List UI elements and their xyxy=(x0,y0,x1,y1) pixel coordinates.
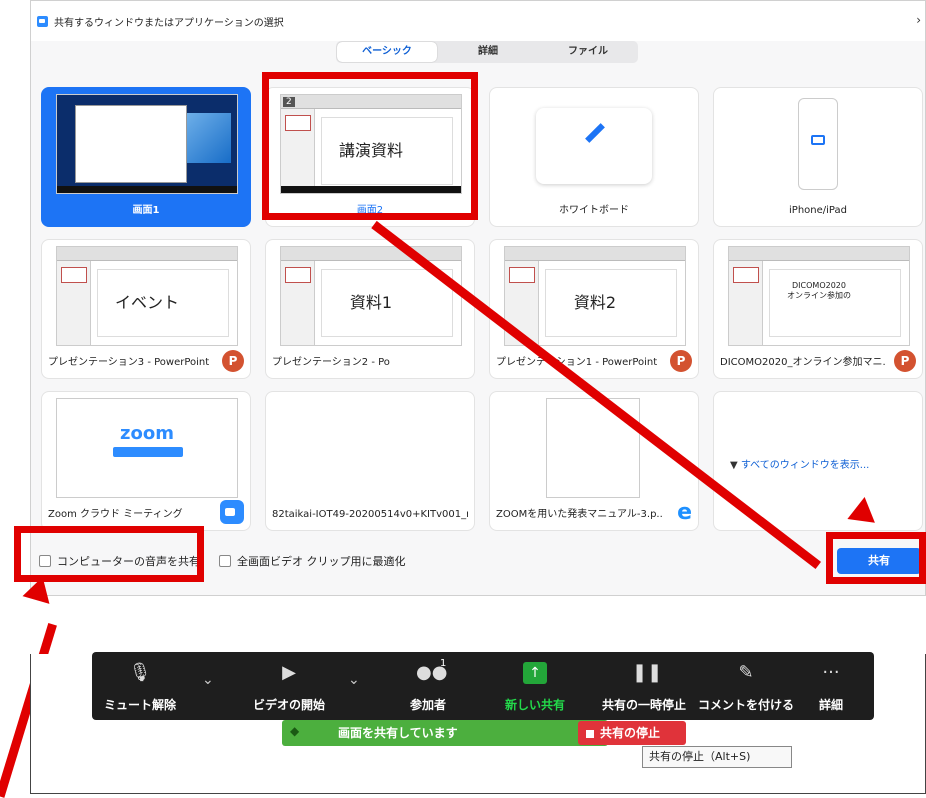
new-share-label: 新しい共有 xyxy=(504,698,565,712)
presentation-3-thumbnail: イベント xyxy=(56,246,238,346)
more-button[interactable]: ··· 詳細 xyxy=(798,652,864,720)
more-label: 詳細 xyxy=(818,698,843,712)
highlight-share-button xyxy=(826,532,926,584)
tile-dicomo-manual[interactable]: DICOMO2020 オンライン参加の DICOMO2020_オンライン参加マニ… xyxy=(713,239,923,379)
tab-files[interactable]: ファイル xyxy=(538,41,638,63)
annotate-label: コメントを付ける xyxy=(698,698,795,712)
zoom-thumbnail: zoom xyxy=(56,398,238,498)
ribbon-preview xyxy=(57,247,237,261)
dialog-title: 共有するウィンドウまたはアプリケーションの選択 xyxy=(54,17,284,29)
sharing-status-text: 画面を共有しています xyxy=(338,726,458,740)
chevron-down-icon: ▼ xyxy=(730,460,741,471)
dicomo-thumbnail: DICOMO2020 オンライン参加の xyxy=(728,246,910,346)
tile-zoom-manual[interactable]: ZOOMを用いた発表マニュアル-3.p... e xyxy=(489,391,699,531)
show-all-windows-link[interactable]: ▼ すべてのウィンドウを表示... xyxy=(730,456,869,471)
whiteboard-card xyxy=(536,108,652,184)
powerpoint-icon: P xyxy=(670,350,692,372)
zoom-app-icon xyxy=(220,500,244,524)
participants-icon: ●● xyxy=(416,662,448,683)
sharing-status-bar: ◆ 画面を共有しています xyxy=(282,720,608,746)
annotate-button[interactable]: ✎ コメントを付ける xyxy=(698,652,794,720)
screen-1-window-preview xyxy=(75,105,187,183)
pen-icon xyxy=(585,123,605,143)
ribbon-preview xyxy=(505,247,685,261)
slide-title: 資料2 xyxy=(573,293,617,312)
unmute-label: ミュート解除 xyxy=(103,698,176,712)
tile-presentation-2[interactable]: 資料1 プレゼンテーション2 - Po xyxy=(265,239,475,379)
participant-count: 1 xyxy=(440,658,447,669)
tile-label: 画面1 xyxy=(132,205,160,216)
slide-title: イベント xyxy=(114,293,179,312)
powerpoint-icon: P xyxy=(894,350,916,372)
stop-share-tooltip: 共有の停止（Alt+S) xyxy=(642,746,792,768)
tile-label: DICOMO2020_オンライン参加マニ... xyxy=(720,357,886,368)
pause-share-button[interactable]: ❚❚ 共有の一時停止 xyxy=(592,652,696,720)
more-icon: ··· xyxy=(822,662,840,683)
tile-presentation-1[interactable]: 資料2 プレゼンテーション1 - PowerPoint P xyxy=(489,239,699,379)
start-video-label: ビデオの開始 xyxy=(252,698,325,712)
slide-title: DICOMO2020 オンライン参加の xyxy=(787,281,851,300)
tab-advanced[interactable]: 詳細 xyxy=(438,41,538,63)
video-off-icon: ▶ xyxy=(282,662,296,683)
optimize-video-label: 全画面ビデオ クリップ用に最適化 xyxy=(237,555,406,568)
tile-iphone-ipad[interactable]: iPhone/iPad xyxy=(713,87,923,227)
microphone-muted-icon: 🎙 xyxy=(128,662,152,683)
internet-explorer-icon: e xyxy=(677,500,692,525)
presentation-1-thumbnail: 資料2 xyxy=(504,246,686,346)
tile-zoom-meeting[interactable]: zoom Zoom クラウド ミーティング xyxy=(41,391,251,531)
dialog-titlebar: 共有するウィンドウまたはアプリケーションの選択 xyxy=(31,1,925,41)
slide-preview xyxy=(769,269,901,337)
highlight-audio-option xyxy=(14,526,204,582)
unmute-button[interactable]: 🎙 ミュート解除 xyxy=(94,652,186,720)
start-video-button[interactable]: ▶ ビデオの開始 xyxy=(234,652,344,720)
tile-screen-1[interactable]: 画面1 xyxy=(41,87,251,227)
zoom-logo-icon xyxy=(37,15,48,27)
new-share-button[interactable]: ↑ 新しい共有 xyxy=(500,652,570,720)
windows-logo-icon xyxy=(187,113,231,163)
stop-share-label: 共有の停止 xyxy=(600,726,661,740)
meeting-toolbar: 🎙 ミュート解除 ⌄ ▶ ビデオの開始 ⌄ ●● 1 参加者 ↑ 新しい共有 ❚… xyxy=(92,652,874,720)
highlight-screen-2 xyxy=(262,72,478,220)
tile-82taikai[interactable]: 82taikai-IOT49-20200514v0+KITv001_m... xyxy=(265,391,475,531)
share-tabs: ベーシック 詳細 ファイル xyxy=(336,41,638,63)
show-all-label: すべてのウィンドウを表示... xyxy=(740,460,870,471)
ribbon-preview xyxy=(281,247,461,261)
zoom-join-button-preview xyxy=(113,447,183,457)
slide-title: 資料1 xyxy=(349,293,393,312)
chevron-down-icon[interactable]: ⌄ xyxy=(202,672,214,688)
chevron-down-icon[interactable]: ⌄ xyxy=(348,672,360,688)
iphone-icon xyxy=(798,98,838,190)
pause-icon: ❚❚ xyxy=(632,662,663,683)
airplay-icon xyxy=(811,135,825,145)
tile-presentation-3[interactable]: イベント プレゼンテーション3 - PowerPoint P xyxy=(41,239,251,379)
presentation-2-thumbnail: 資料1 xyxy=(280,246,462,346)
participants-button[interactable]: ●● 1 参加者 xyxy=(388,652,468,720)
slide-panel-preview xyxy=(729,261,763,345)
stop-icon xyxy=(586,729,594,738)
share-up-icon: ↑ xyxy=(523,662,547,684)
tile-label: Zoom クラウド ミーティング xyxy=(48,509,183,520)
participants-label: 参加者 xyxy=(409,698,446,712)
zoom-wordmark: zoom xyxy=(120,423,174,444)
tile-label: プレゼンテーション2 - Po xyxy=(272,357,390,368)
close-icon[interactable]: › xyxy=(916,13,921,27)
tile-whiteboard[interactable]: ホワイトボード xyxy=(489,87,699,227)
stop-share-button[interactable]: 共有の停止 xyxy=(578,721,686,745)
tab-basic[interactable]: ベーシック xyxy=(337,42,437,62)
tile-label: ZOOMを用いた発表マニュアル-3.p... xyxy=(496,509,662,520)
screen-1-thumbnail xyxy=(56,94,238,194)
shield-icon: ◆ xyxy=(290,724,300,738)
taskbar-preview xyxy=(57,186,237,193)
tile-label: ホワイトボード xyxy=(559,205,629,216)
powerpoint-icon: P xyxy=(222,350,244,372)
tile-label: iPhone/iPad xyxy=(789,205,847,216)
ribbon-preview xyxy=(729,247,909,261)
pause-share-label: 共有の一時停止 xyxy=(601,698,686,712)
optimize-video-checkbox[interactable] xyxy=(219,555,231,567)
tile-label: プレゼンテーション1 - PowerPoint xyxy=(496,357,658,368)
tile-label: プレゼンテーション3 - PowerPoint xyxy=(48,357,210,368)
tile-label: 82taikai-IOT49-20200514v0+KITv001_m... xyxy=(272,509,468,520)
pencil-icon: ✎ xyxy=(738,662,754,683)
